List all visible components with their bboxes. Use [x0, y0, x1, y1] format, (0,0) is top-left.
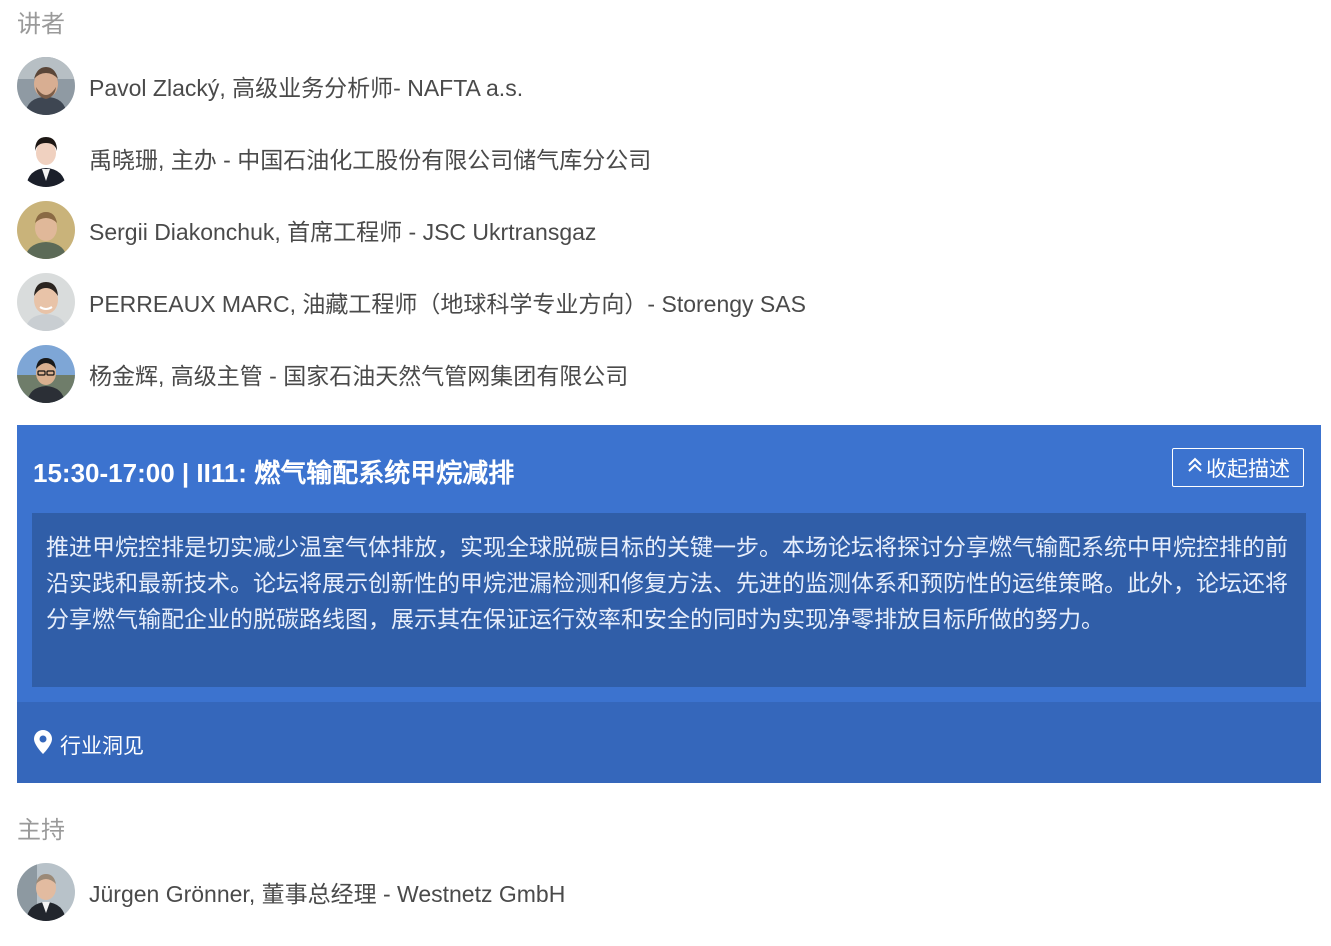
collapse-description-button[interactable]: 收起描述	[1172, 448, 1304, 487]
speaker-name-title: 杨金辉, 高级主管 - 国家石油天然气管网集团有限公司	[89, 363, 629, 389]
map-pin-icon	[34, 730, 60, 760]
speaker-item[interactable]: Pavol Zlacký, 高级业务分析师- NAFTA a.s.	[17, 57, 523, 115]
session-location: 行业洞见	[34, 730, 144, 760]
avatar	[17, 863, 75, 921]
speaker-name-title: Pavol Zlacký, 高级业务分析师- NAFTA a.s.	[89, 75, 524, 101]
agenda-page: 讲者 Pavol Zlacký, 高级业务分析师- NAFTA a.s. 禹晓珊…	[0, 0, 1331, 946]
avatar	[17, 201, 75, 259]
chevron-double-up-icon	[1186, 456, 1206, 480]
avatar	[17, 345, 75, 403]
session-location-label: 行业洞见	[60, 735, 144, 758]
collapse-description-label: 收起描述	[1206, 457, 1290, 481]
speaker-name-title: Sergii Diakonchuk, 首席工程师 - JSC Ukrtransg…	[89, 219, 597, 245]
session-title: 15:30-17:00 | II11: 燃气输配系统甲烷减排	[33, 458, 515, 488]
session-footer: 行业洞见	[17, 702, 1321, 783]
session-card: 15:30-17:00 | II11: 燃气输配系统甲烷减排 收起描述 推进甲烷…	[17, 425, 1321, 783]
avatar	[17, 129, 75, 187]
speaker-item[interactable]: 杨金辉, 高级主管 - 国家石油天然气管网集团有限公司	[17, 345, 628, 403]
speakers-heading: 讲者	[17, 11, 65, 38]
moderator-item[interactable]: Jürgen Grönner, 董事总经理 - Westnetz GmbH	[17, 863, 565, 921]
session-description: 推进甲烷控排是切实减少温室气体排放，实现全球脱碳目标的关键一步。本场论坛将探讨分…	[32, 513, 1306, 687]
avatar	[17, 57, 75, 115]
speaker-item[interactable]: PERREAUX MARC, 油藏工程师（地球科学专业方向）- Storengy…	[17, 273, 806, 331]
avatar	[17, 273, 75, 331]
speaker-item[interactable]: Sergii Diakonchuk, 首席工程师 - JSC Ukrtransg…	[17, 201, 596, 259]
speaker-name-title: PERREAUX MARC, 油藏工程师（地球科学专业方向）- Storengy…	[89, 291, 806, 317]
moderator-name-title: Jürgen Grönner, 董事总经理 - Westnetz GmbH	[89, 881, 566, 907]
speaker-item[interactable]: 禹晓珊, 主办 - 中国石油化工股份有限公司储气库分公司	[17, 129, 651, 187]
moderators-heading: 主持	[17, 817, 65, 844]
speaker-name-title: 禹晓珊, 主办 - 中国石油化工股份有限公司储气库分公司	[89, 147, 652, 173]
